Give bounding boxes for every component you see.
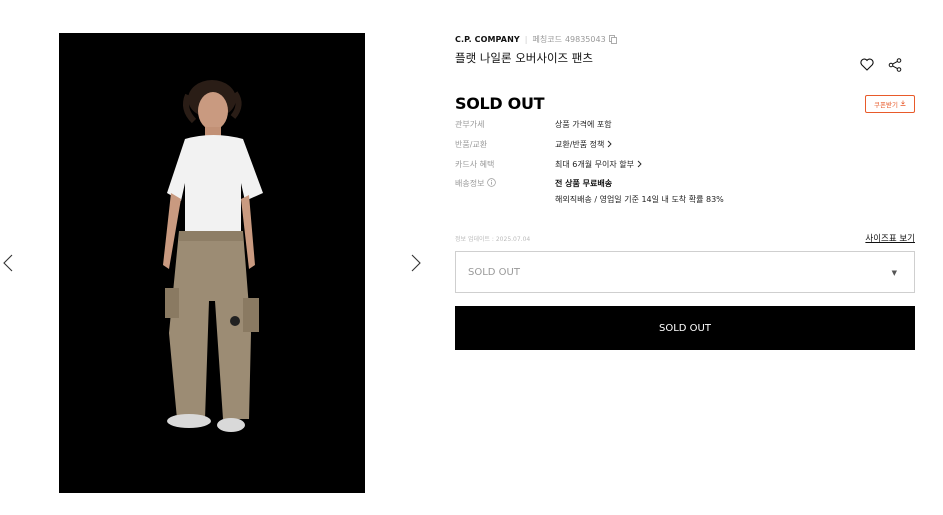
size-guide-link[interactable]: 사이즈표 보기 bbox=[865, 232, 915, 244]
return-value: 교환/반품 정책 bbox=[555, 139, 605, 149]
chevron-left-icon bbox=[3, 254, 13, 272]
chevron-right-icon bbox=[637, 160, 642, 168]
divider: | bbox=[524, 35, 528, 44]
product-page: C.P. COMPANY | 페칭코드 49835043 플랫 나일론 오버사이… bbox=[0, 0, 943, 515]
share-icon[interactable] bbox=[888, 58, 902, 72]
shipping-values: 전 상품 무료배송 해외직배송 / 영업일 기준 14일 내 도착 확률 83% bbox=[555, 178, 724, 205]
coupon-button[interactable]: 쿠폰받기 bbox=[865, 95, 915, 113]
shipping-label: 배송정보 bbox=[455, 179, 485, 188]
return-policy-link[interactable]: 교환/반품 정책 bbox=[555, 139, 613, 150]
update-date: 정보 업데이트 : 2025.07.04 bbox=[455, 236, 531, 243]
product-actions bbox=[860, 58, 902, 72]
heart-icon[interactable] bbox=[860, 58, 874, 72]
info-icon[interactable] bbox=[487, 178, 497, 189]
tax-value: 상품 가격에 포함 bbox=[555, 119, 612, 129]
shipping-free: 전 상품 무료배송 bbox=[555, 179, 613, 188]
chevron-right-icon bbox=[608, 140, 613, 148]
brand-name[interactable]: C.P. COMPANY bbox=[455, 35, 520, 44]
tax-label: 관부가세 bbox=[455, 119, 485, 129]
card-benefit-link[interactable]: 최대 6개월 무이자 할부 bbox=[555, 159, 642, 170]
product-name: 플랫 나일론 오버사이즈 팬츠 bbox=[455, 51, 593, 65]
coupon-label: 쿠폰받기 bbox=[874, 101, 898, 109]
brand-line: C.P. COMPANY | 페칭코드 49835043 bbox=[455, 34, 617, 45]
product-code: 49835043 bbox=[564, 35, 606, 44]
shipping-label-wrap: 배송정보 bbox=[455, 178, 555, 189]
caret-down-icon: ▼ bbox=[891, 269, 897, 277]
card-label: 카드사 혜택 bbox=[455, 159, 495, 169]
chevron-right-icon bbox=[411, 254, 421, 272]
code-label: 페칭코드 bbox=[532, 35, 562, 44]
sold-out-button[interactable]: SOLD OUT bbox=[455, 306, 915, 350]
tax-row: 관부가세 상품 가격에 포함 bbox=[455, 114, 915, 134]
download-icon bbox=[900, 100, 906, 108]
gallery-next-button[interactable] bbox=[408, 251, 424, 275]
return-label: 반품/교환 bbox=[455, 139, 488, 149]
size-select[interactable]: SOLD OUT ▼ bbox=[455, 251, 915, 293]
sold-out-title: SOLD OUT bbox=[455, 94, 545, 113]
copy-icon[interactable] bbox=[608, 35, 617, 44]
return-row: 반품/교환 교환/반품 정책 bbox=[455, 134, 915, 154]
product-details: 관부가세 상품 가격에 포함 반품/교환 교환/반품 정책 카드사 혜택 최대 … bbox=[455, 114, 915, 205]
card-value: 최대 6개월 무이자 할부 bbox=[555, 159, 634, 169]
model-photo-icon bbox=[163, 80, 263, 432]
size-select-value: SOLD OUT bbox=[468, 266, 520, 278]
gallery-prev-button[interactable] bbox=[0, 251, 16, 275]
shipping-detail: 해외직배송 / 영업일 기준 14일 내 도착 확률 83% bbox=[555, 195, 724, 204]
shipping-row: 배송정보 전 상품 무료배송 해외직배송 / 영업일 기준 14일 내 도착 확… bbox=[455, 174, 915, 205]
product-image bbox=[59, 33, 365, 493]
card-row: 카드사 혜택 최대 6개월 무이자 할부 bbox=[455, 154, 915, 174]
